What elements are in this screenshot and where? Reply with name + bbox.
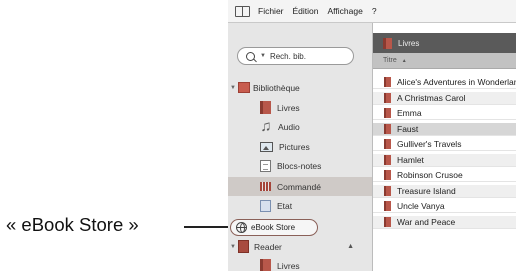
library-app-window: Fichier Édition Affichage ? ▼ Rech. bib.… [228,0,516,271]
book-title: Emma [397,108,422,118]
content-header: Livres [373,33,516,53]
book-icon [384,108,391,118]
book-list-item[interactable]: Alice's Adventures in Wonderland [373,76,516,89]
book-list-item[interactable]: Faust [373,122,516,136]
sidebar: ▼ Rech. bib. ▼ Bibliothèque Livres ♫ Aud… [228,23,373,271]
book-title: Alice's Adventures in Wonderland [397,77,516,87]
book-icon [384,123,391,134]
search-placeholder: Rech. bib. [269,51,306,61]
book-icon [384,139,391,149]
book-icon [384,201,391,211]
sidebar-item-label: Livres [277,260,300,271]
picture-icon [260,141,273,152]
sidebar-item-etat[interactable]: Etat [228,196,372,215]
menu-bar: Fichier Édition Affichage ? [228,0,516,23]
book-icon [383,37,392,49]
sidebar-item-reader[interactable]: ▼ Reader ▲ [228,237,372,256]
book-list-item[interactable]: A Christmas Carol [373,91,516,105]
book-title: Uncle Vanya [397,201,445,211]
sidebar-item-blocs-notes[interactable]: Blocs-notes [228,156,372,175]
book-list-item[interactable]: Uncle Vanya [373,200,516,213]
content-title: Livres [398,38,420,48]
sort-ascending-icon: ▲ [401,57,407,64]
menu-edition[interactable]: Édition [293,6,319,16]
sidebar-item-pictures[interactable]: Pictures [228,137,372,156]
ebook-store-callout-label: « eBook Store » [6,214,139,235]
book-list-item[interactable]: Emma [373,107,516,120]
book-list-panel: Livres Titre ▲ Alice's Adventures in Won… [373,23,516,271]
sidebar-item-label: Etat [277,200,293,211]
book-icon [384,216,391,227]
sidebar-item-label: Commandé [277,181,321,192]
menu-help[interactable]: ? [372,6,377,16]
menu-fichier[interactable]: Fichier [258,6,284,16]
book-title: Treasure Island [397,185,456,196]
book-icon [384,154,391,165]
sidebar-item-reader-livres[interactable]: Livres [228,256,372,271]
music-note-icon: ♫ [260,117,272,135]
column-header-title[interactable]: Titre ▲ [373,53,516,69]
book-list-item[interactable]: Treasure Island [373,184,516,198]
book-list-item[interactable]: War and Peace [373,215,516,229]
status-icon [260,199,271,212]
sidebar-item-label: Pictures [279,141,310,152]
library-icon [238,82,250,93]
open-book-icon [235,6,250,17]
reader-device-icon [238,240,249,253]
book-title: A Christmas Carol [397,92,466,103]
book-title: Robinson Crusoe [397,170,463,180]
chevron-down-icon: ▼ [260,53,266,59]
globe-icon [236,222,247,233]
sidebar-item-commande[interactable]: Commandé [228,177,372,196]
book-list-item[interactable]: Gulliver's Travels [373,138,516,151]
book-icon [260,259,271,271]
book-icon [384,185,391,196]
notebook-icon [260,159,271,172]
sidebar-item-bibliotheque[interactable]: ▼ Bibliothèque [228,78,372,97]
book-list-item[interactable]: Robinson Crusoe [373,169,516,182]
book-list-item[interactable]: Hamlet [373,153,516,167]
book-icon [260,101,271,114]
sidebar-item-label: Reader [254,241,282,252]
book-title: Faust [397,123,419,134]
expand-arrow-icon[interactable]: ▼ [228,244,238,250]
book-title: Hamlet [397,154,424,165]
book-title: War and Peace [397,216,456,227]
sidebar-item-audio[interactable]: ♫ Audio [228,117,372,136]
book-icon [384,92,391,103]
sidebar-item-label: eBook Store [251,223,296,232]
search-icon [246,51,255,61]
sidebar-item-label: Blocs-notes [277,160,322,171]
menu-affichage[interactable]: Affichage [328,6,363,16]
book-title: Gulliver's Travels [397,139,462,149]
column-title-label: Titre [383,57,397,64]
callout-pointer-line [184,226,228,228]
book-icon [384,77,391,87]
sidebar-item-label: Bibliothèque [253,82,300,93]
sidebar-item-label: Audio [278,121,300,132]
expand-arrow-icon[interactable]: ▼ [228,85,238,91]
book-icon [384,170,391,180]
sidebar-item-livres[interactable]: Livres [228,98,372,117]
sidebar-item-ebook-store[interactable]: eBook Store [230,219,318,236]
eject-icon[interactable]: ▲ [347,243,354,250]
sidebar-item-label: Livres [277,102,300,113]
library-search-input[interactable]: ▼ Rech. bib. [237,47,354,65]
ordered-books-icon [260,182,271,191]
